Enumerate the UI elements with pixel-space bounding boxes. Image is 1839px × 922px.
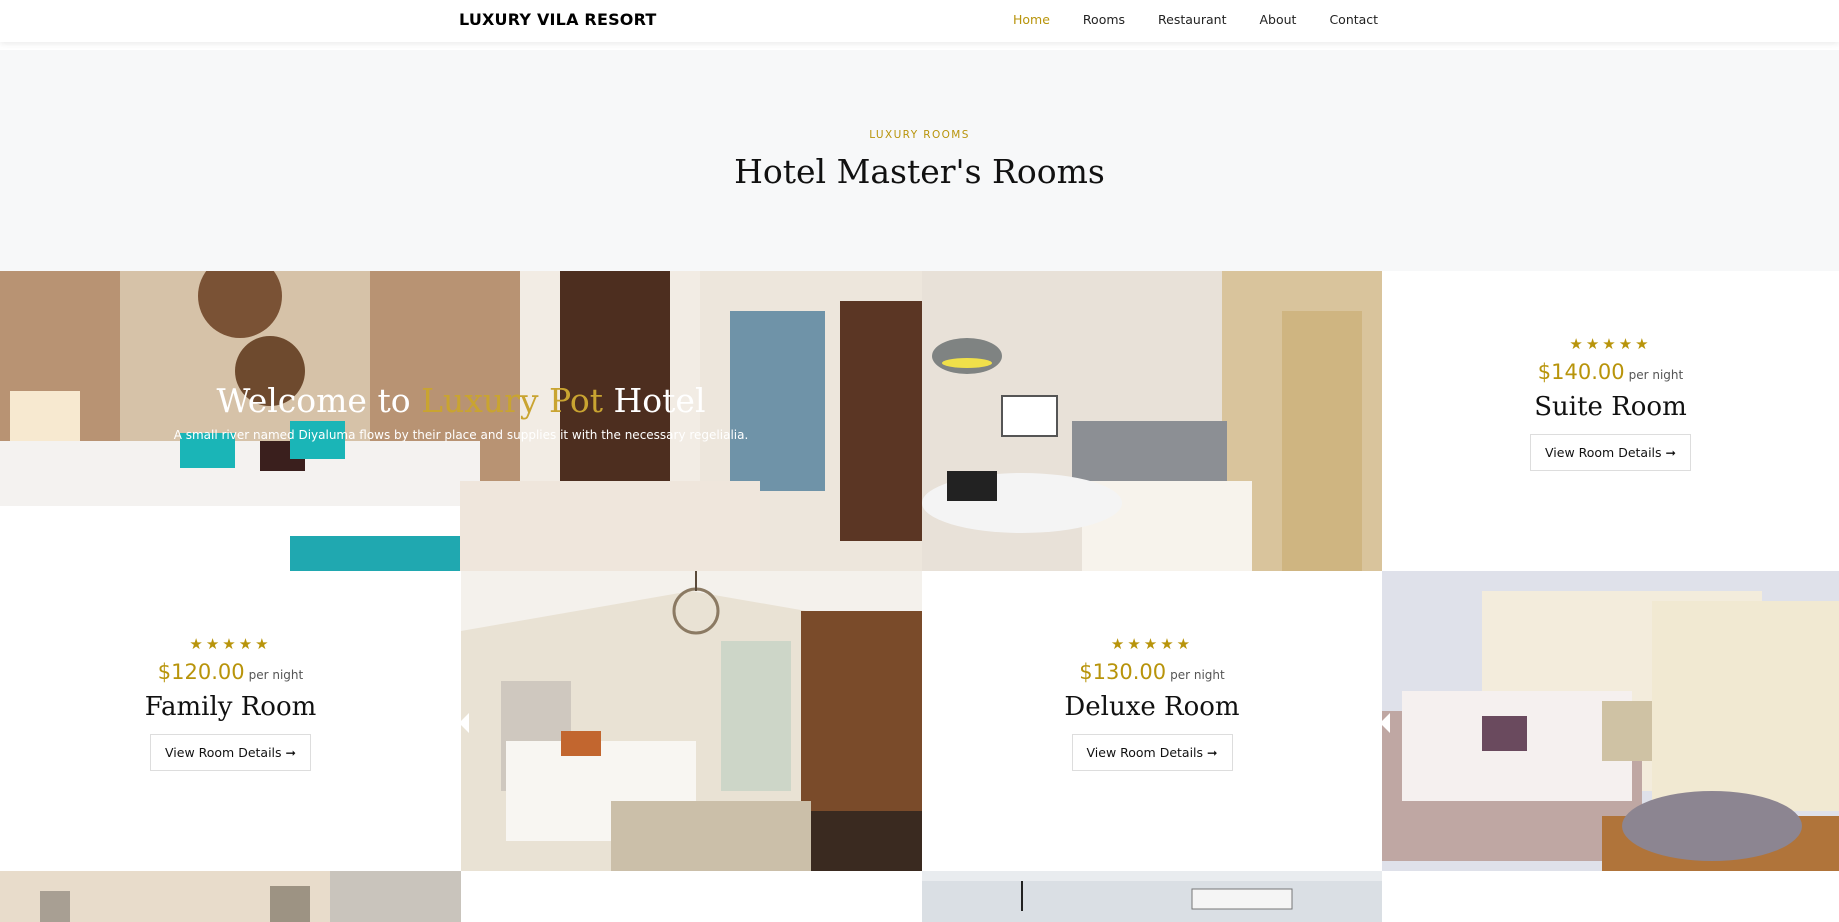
- hero-photo-tile: Welcome to Luxury Pot Hotel A small rive…: [0, 271, 922, 571]
- view-room-details-button[interactable]: View Room Details ➞: [1071, 734, 1233, 771]
- hero-caption: Welcome to Luxury Pot Hotel A small rive…: [0, 381, 922, 442]
- room-card-partial-2: [1382, 871, 1839, 922]
- hero-heading: Welcome to Luxury Pot Hotel: [216, 381, 706, 420]
- deluxe-room-card: ★★★★★ $130.00 per night Deluxe Room View …: [922, 571, 1382, 871]
- family-room-card: ★★★★★ $120.00 per night Family Room View …: [0, 571, 461, 871]
- view-room-details-button[interactable]: View Room Details ➞: [150, 734, 311, 771]
- rating-stars: ★★★★★: [1569, 335, 1652, 353]
- room-price: $120.00: [157, 660, 245, 684]
- family-room-photo-tile[interactable]: [461, 571, 922, 871]
- card-pointer: [1382, 413, 1384, 433]
- suite-room-photo-tile[interactable]: [922, 271, 1382, 571]
- tile-pointer: [461, 713, 469, 733]
- room-card-partial: [461, 871, 922, 922]
- hero-subtitle: A small river named Diyaluma flows by th…: [173, 428, 749, 442]
- room-photo-tile-partial[interactable]: [0, 871, 461, 922]
- section-eyebrow: LUXURY ROOMS: [869, 129, 970, 141]
- section-header: LUXURY ROOMS Hotel Master's Rooms: [0, 50, 1839, 271]
- family-room-photo: [461, 571, 922, 871]
- main-menu: Home Rooms Restaurant About Contact: [1013, 12, 1411, 27]
- price-unit: per night: [1628, 368, 1684, 382]
- nav-about[interactable]: About: [1259, 12, 1296, 27]
- nav-rooms[interactable]: Rooms: [1083, 12, 1125, 27]
- room-price: $140.00: [1537, 360, 1625, 384]
- deluxe-room-photo: [1382, 571, 1839, 871]
- view-room-details-button[interactable]: View Room Details ➞: [1530, 434, 1691, 471]
- room-photo-tile-partial-2[interactable]: [922, 871, 1382, 922]
- price-unit: per night: [248, 668, 304, 682]
- nav-contact[interactable]: Contact: [1329, 12, 1378, 27]
- nav-home[interactable]: Home: [1013, 12, 1050, 27]
- rating-stars: ★★★★★: [1110, 635, 1194, 653]
- top-navbar: LUXURY VILA RESORT Home Rooms Restaurant…: [0, 0, 1839, 42]
- brand-logo[interactable]: LUXURY VILA RESORT: [459, 10, 657, 29]
- room-price: $130.00: [1079, 660, 1167, 684]
- tile-pointer: [1382, 713, 1390, 733]
- room-name: Deluxe Room: [1064, 692, 1240, 722]
- nav-restaurant[interactable]: Restaurant: [1158, 12, 1226, 27]
- rating-stars: ★★★★★: [189, 635, 272, 653]
- price-unit: per night: [1170, 668, 1225, 682]
- room-photo: [0, 871, 461, 922]
- room-name: Suite Room: [1534, 392, 1687, 422]
- section-title: Hotel Master's Rooms: [734, 152, 1105, 191]
- room-photo: [922, 871, 1382, 922]
- room-name: Family Room: [144, 692, 317, 722]
- suite-room-photo: [922, 271, 1382, 571]
- deluxe-room-photo-tile[interactable]: [1382, 571, 1839, 871]
- suite-room-card: ★★★★★ $140.00 per night Suite Room View R…: [1382, 271, 1839, 571]
